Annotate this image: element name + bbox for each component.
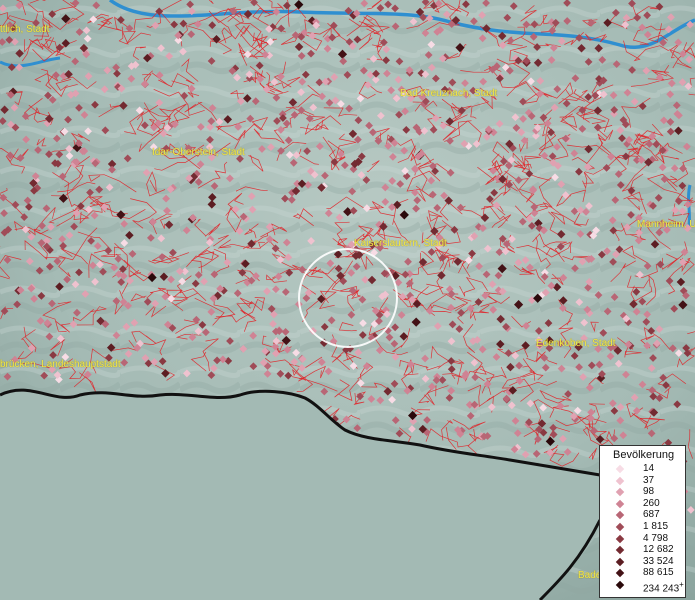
legend-swatch [615, 511, 625, 520]
legend-item: 88 615 [600, 567, 685, 579]
legend-swatch [615, 569, 625, 578]
legend-item: 4 798 [600, 533, 685, 545]
city-label-baden: Bade [578, 570, 602, 581]
legend-label: 1 815 [643, 520, 669, 532]
legend-label: 33 524 [643, 555, 674, 567]
legend-swatch [615, 499, 625, 509]
population-legend: Bevölkerung 14 37 98 260 687 1 815 4 798 12 682… [599, 445, 686, 598]
legend-swatch [615, 557, 625, 566]
legend-items: 14 37 98 260 687 1 815 4 798 12 682 33 524 88 615… [600, 463, 685, 594]
city-label-mannheim: Mannheim, U [637, 219, 695, 230]
legend-item: 260 [600, 498, 685, 510]
legend-label: 260 [643, 497, 660, 509]
legend-label: 37 [643, 474, 655, 486]
legend-item: 98 [600, 486, 685, 498]
city-label-bad-kreuznach: Bad Kreuznach, Stadt [400, 88, 498, 99]
legend-label: 88 615 [643, 567, 674, 579]
legend-swatch [615, 580, 625, 590]
legend-superscript: + [679, 579, 684, 589]
city-label-trier: ttlich, Stadt [0, 24, 50, 35]
legend-item: 234 243+ [600, 579, 685, 594]
map-layer [0, 0, 695, 600]
legend-swatch [615, 522, 625, 532]
legend-swatch [615, 464, 625, 474]
legend-swatch [615, 545, 625, 555]
legend-item: 33 524 [600, 556, 685, 568]
legend-item: 1 815 [600, 521, 685, 533]
legend-label: 234 243+ [643, 579, 684, 595]
legend-label: 14 [643, 463, 655, 474]
city-label-idar-oberstein: Idar-Oberstein, Stadt [152, 147, 245, 158]
legend-label: 12 682 [643, 544, 674, 556]
legend-label: 98 [643, 486, 655, 498]
city-label-edenkoben: Edenkoben, Stadt [536, 338, 616, 349]
legend-swatch [615, 487, 625, 497]
legend-label: 687 [643, 509, 660, 521]
legend-swatch [615, 476, 625, 485]
city-label-kaiserslautern: Kaiserslautern, Stadt [354, 238, 447, 249]
legend-item: 14 [600, 463, 685, 475]
legend-swatch [615, 534, 625, 543]
legend-title: Bevölkerung [613, 449, 675, 461]
legend-item: 687 [600, 509, 685, 521]
legend-label: 4 798 [643, 532, 669, 544]
legend-item: 37 [600, 475, 685, 487]
city-label-saarbruecken: brücken, Landeshauptstadt [0, 359, 121, 370]
map-canvas[interactable]: ttlich, Stadt Bad Kreuznach, Stadt Idar-… [0, 0, 695, 600]
legend-item: 12 682 [600, 544, 685, 556]
